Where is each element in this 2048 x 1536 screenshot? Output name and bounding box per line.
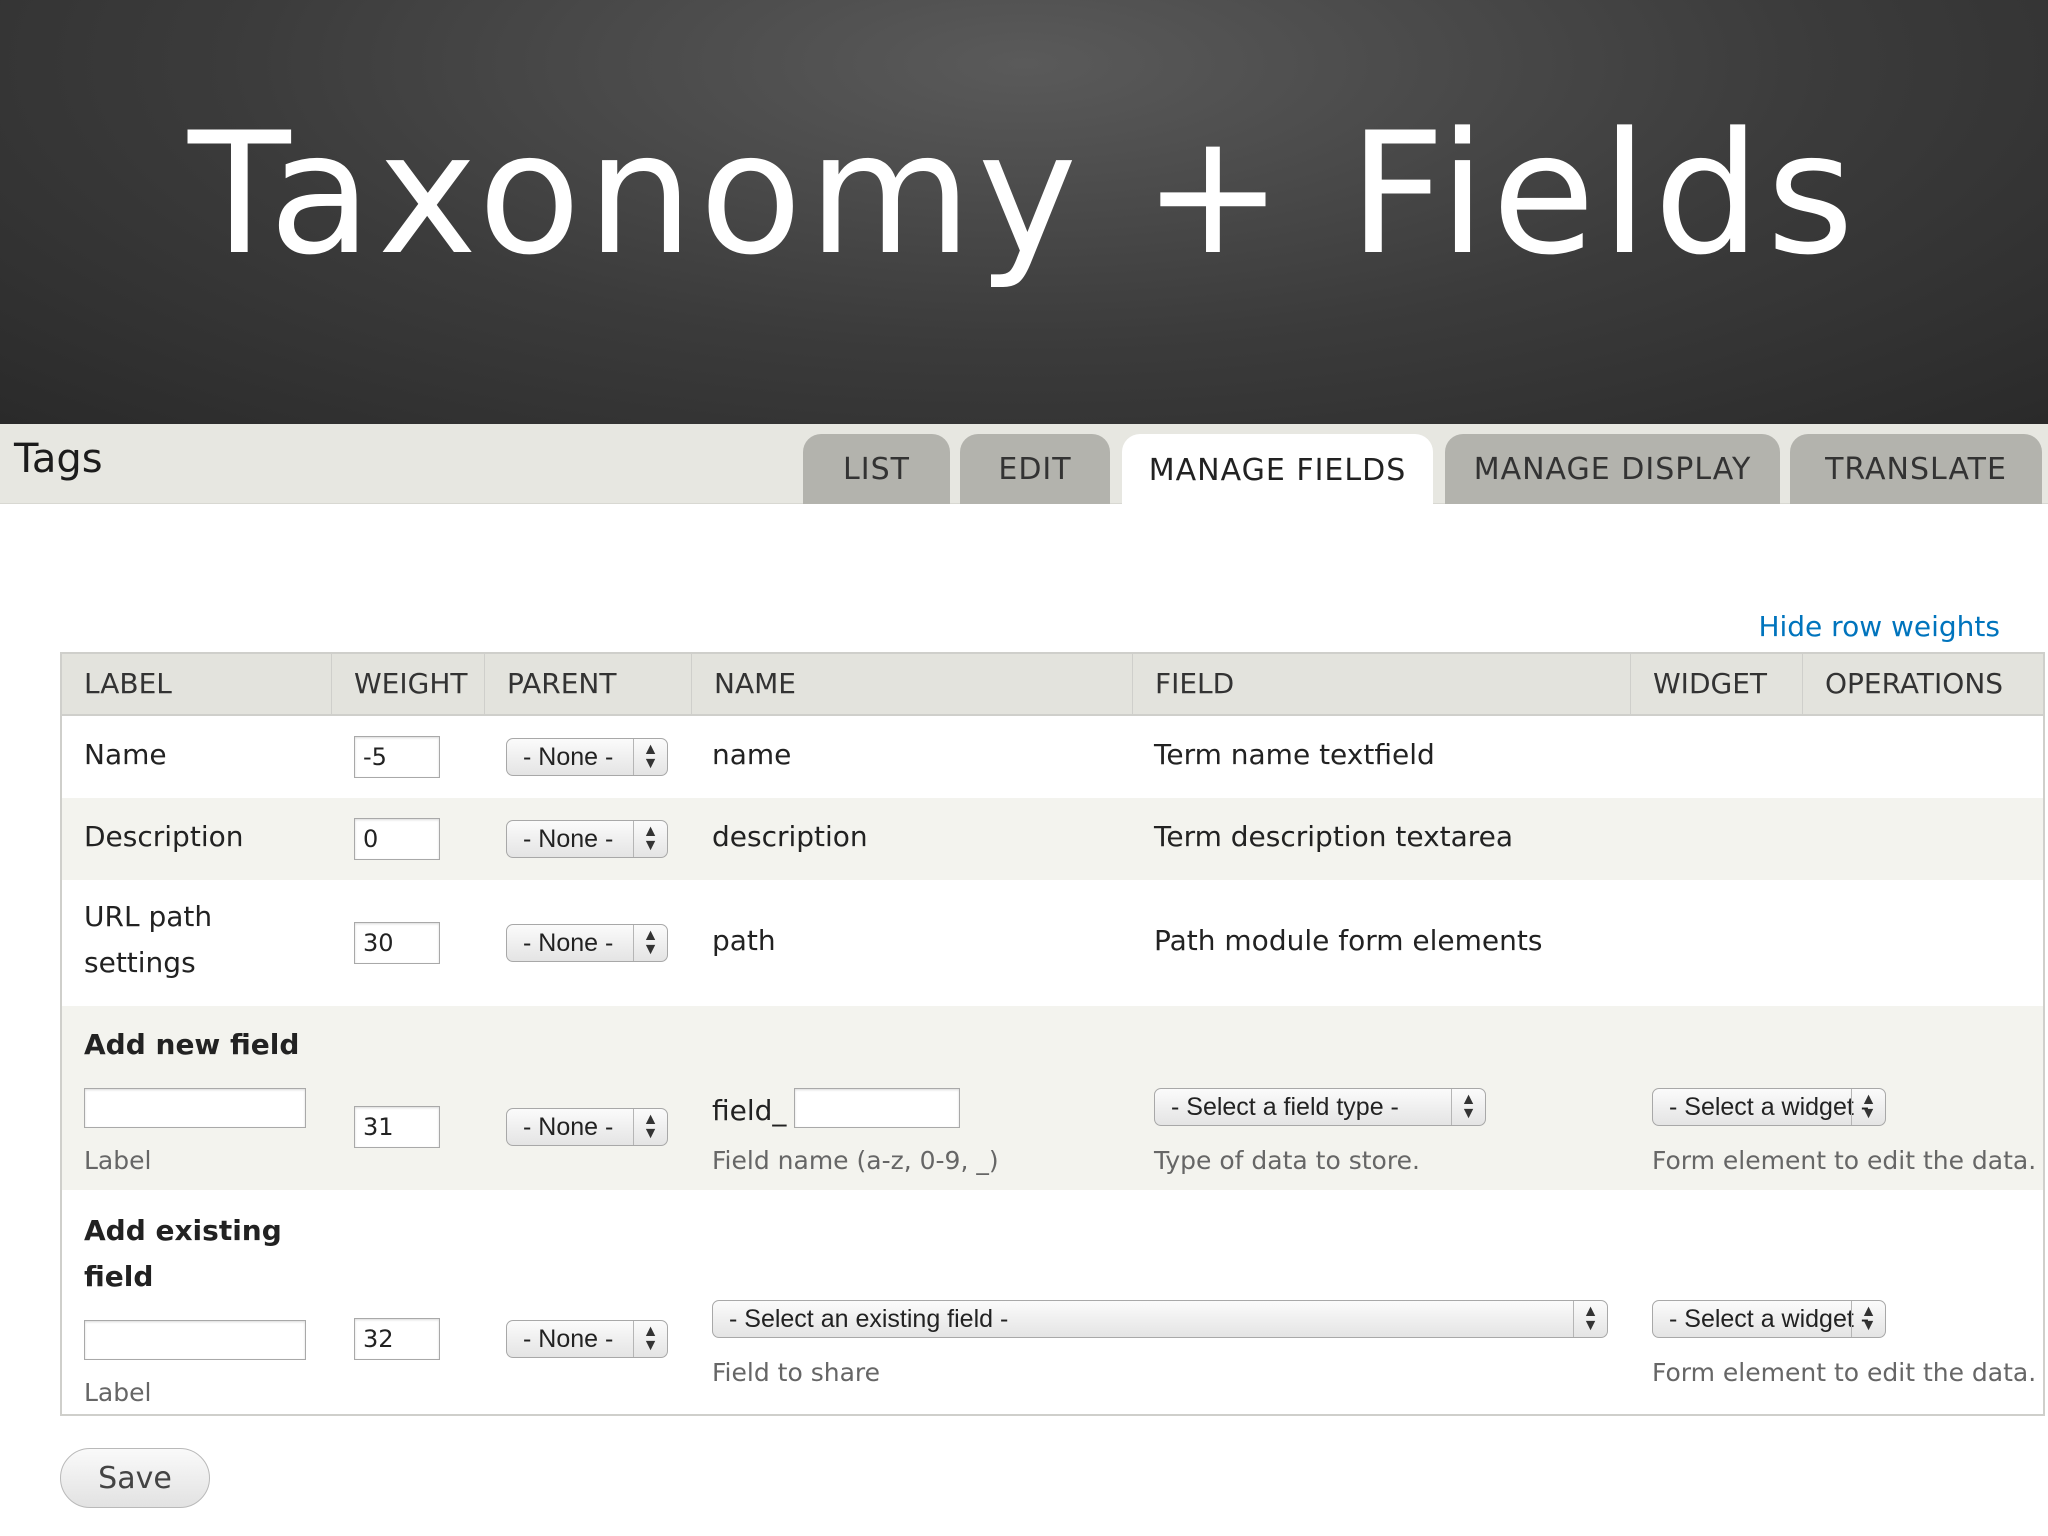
table-row: Name - None - ▲▼ name Term name textfiel… [62, 716, 2043, 798]
tab-edit[interactable]: EDIT [960, 434, 1110, 504]
row-field-type: Term description textarea [1154, 820, 1514, 853]
parent-select[interactable]: - None - ▲ ▼ [506, 1108, 668, 1146]
field-type-select[interactable]: - Select a field type - ▲ ▼ [1154, 1088, 1486, 1126]
weight-input[interactable] [354, 736, 440, 778]
select-arrows-icon: ▲ ▼ [1451, 1089, 1485, 1125]
existing-field-label-hint: Label [84, 1378, 152, 1407]
select-arrows-icon: ▲ ▼ [1573, 1301, 1607, 1337]
row-label: Description [84, 820, 244, 853]
row-label-line2: settings [84, 946, 196, 979]
select-arrows-icon: ▲ ▼ [633, 821, 667, 857]
hide-row-weights-link[interactable]: Hide row weights [1758, 610, 2000, 643]
save-button[interactable]: Save [60, 1448, 210, 1508]
row-label-line1: URL path [84, 900, 213, 933]
parent-select[interactable]: - None - ▲ ▼ [506, 738, 668, 776]
column-header-parent: PARENT [485, 654, 692, 714]
column-header-label: LABEL [62, 654, 332, 714]
parent-select-value: - None - [523, 1324, 614, 1353]
weight-input[interactable] [354, 1318, 440, 1360]
parent-select[interactable]: - None - ▲ ▼ [506, 924, 668, 962]
column-header-widget: WIDGET [1631, 654, 1803, 714]
tab-list[interactable]: LIST [803, 434, 950, 504]
parent-select-value: - None - [523, 824, 614, 853]
weight-input[interactable] [354, 922, 440, 964]
tab-bar: Tags LIST EDIT MANAGE FIELDS MANAGE DISP… [0, 424, 2048, 506]
row-label: Name [84, 738, 167, 771]
existing-field-label-input[interactable] [84, 1320, 306, 1360]
row-machine-name: description [712, 820, 868, 853]
parent-select-value: - None - [523, 742, 614, 771]
field-name-hint: Field name (a-z, 0-9, _) [712, 1146, 999, 1175]
column-header-operations: OPERATIONS [1825, 667, 2004, 700]
widget-select-value: - Select a widget - [1669, 1092, 1870, 1121]
widget-select[interactable]: - Select a widget - ▲ ▼ [1652, 1300, 1886, 1338]
parent-select[interactable]: - None - ▲ ▼ [506, 820, 668, 858]
column-header-weight: WEIGHT [332, 654, 485, 714]
field-type-select-value: - Select a field type - [1171, 1092, 1399, 1121]
select-arrows-icon: ▲ ▼ [633, 739, 667, 775]
new-field-name-input[interactable] [794, 1088, 960, 1128]
row-field-type: Term name textfield [1154, 738, 1435, 771]
parent-select[interactable]: - None - ▲ ▼ [506, 1320, 668, 1358]
row-machine-name: name [712, 738, 792, 771]
select-arrows-icon: ▲ ▼ [633, 1321, 667, 1357]
select-arrows-icon: ▲ ▼ [633, 925, 667, 961]
add-new-field-title: Add new field [84, 1028, 300, 1061]
existing-field-hint: Field to share [712, 1358, 880, 1387]
add-existing-field-title-line2: field [84, 1260, 154, 1293]
row-machine-name: path [712, 924, 776, 957]
widget-hint: Form element to edit the data. [1652, 1146, 2037, 1175]
select-arrows-icon: ▲ ▼ [1851, 1301, 1885, 1337]
add-existing-field-row: Add existing field Label - None - ▲▼ - S… [62, 1190, 2043, 1414]
weight-input[interactable] [354, 818, 440, 860]
tab-translate[interactable]: TRANSLATE [1790, 434, 2042, 504]
add-new-field-row: Add new field Label - None - ▲▼ field_ F… [62, 1006, 2043, 1190]
table-row: Description - None - ▲▼ description Term… [62, 798, 2043, 880]
table-header: LABEL WEIGHT PARENT NAME FIELD WIDGET OP… [62, 654, 2043, 716]
select-arrows-icon: ▲ ▼ [633, 1109, 667, 1145]
title-banner: Taxonomy + Fields [0, 0, 2048, 424]
select-arrows-icon: ▲ ▼ [1851, 1089, 1885, 1125]
row-field-type: Path module form elements [1154, 924, 1543, 957]
page-title: Tags [14, 436, 103, 482]
table-row: URL path settings - None - ▲▼ path Path … [62, 880, 2043, 1006]
widget-select-value: - Select a widget - [1669, 1304, 1870, 1333]
fields-table: LABEL WEIGHT PARENT NAME FIELD WIDGET OP… [60, 652, 2045, 1416]
existing-field-select[interactable]: - Select an existing field - ▲ ▼ [712, 1300, 1608, 1338]
widget-select[interactable]: - Select a widget - ▲ ▼ [1652, 1088, 1886, 1126]
add-existing-field-title-line1: Add existing [84, 1214, 282, 1247]
slide-title: Taxonomy + Fields [188, 96, 1860, 292]
tab-manage-fields[interactable]: MANAGE FIELDS [1122, 434, 1433, 506]
field-type-hint: Type of data to store. [1154, 1146, 1420, 1175]
column-header-name: NAME [692, 654, 1133, 714]
parent-select-value: - None - [523, 928, 614, 957]
tab-manage-display[interactable]: MANAGE DISPLAY [1445, 434, 1780, 504]
parent-select-value: - None - [523, 1112, 614, 1141]
column-header-field: FIELD [1133, 654, 1631, 714]
field-name-prefix: field_ [712, 1094, 787, 1127]
new-field-label-hint: Label [84, 1146, 152, 1175]
weight-input[interactable] [354, 1106, 440, 1148]
widget-hint: Form element to edit the data. [1652, 1358, 2037, 1387]
existing-field-select-value: - Select an existing field - [729, 1304, 1009, 1333]
new-field-label-input[interactable] [84, 1088, 306, 1128]
